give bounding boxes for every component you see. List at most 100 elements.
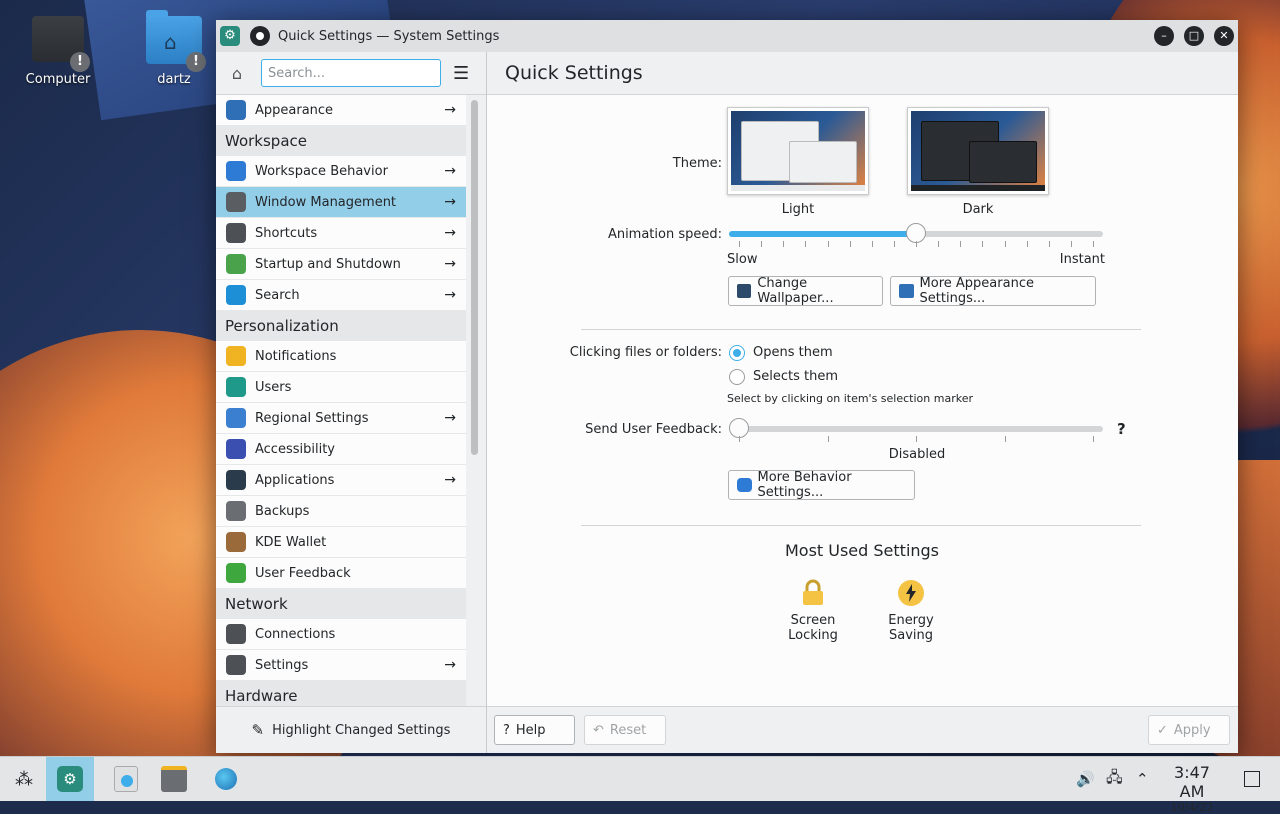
animation-speed-label: Animation speed: [607,227,722,242]
sidebar-item[interactable]: Settings → [216,650,466,681]
wallpaper-icon [737,284,752,298]
theme-dark-thumbnail[interactable] [907,107,1049,195]
sidebar-item[interactable]: Window Management → [216,187,466,218]
search-input[interactable] [261,59,441,87]
backup-icon [226,501,246,521]
scrollbar-thumb[interactable] [471,100,478,455]
web-browser-icon[interactable] [202,757,250,801]
arrow-right-icon: → [444,287,456,303]
send-feedback-label: Send User Feedback: [585,422,722,437]
clock[interactable]: 3:47 AM 10/4/22 [1160,763,1224,814]
taskbar-system-settings[interactable]: ⚙ [46,757,94,801]
sidebar-item-label: Accessibility [255,441,335,457]
most-used-screen-locking[interactable]: Screen Locking [768,579,858,643]
sidebar-item[interactable]: Backups [216,496,466,527]
highlight-changed-settings-button[interactable]: ✎ Highlight Changed Settings [216,706,486,753]
warning-badge-icon: ! [186,52,206,72]
desktop-icon-computer[interactable]: ! Computer [18,16,98,87]
opens-them-label: Opens them [753,345,833,360]
desktop-icon-label: dartz [157,72,191,87]
theme-label: Theme: [672,156,722,171]
sidebar-item[interactable]: User Feedback [216,558,466,589]
sidebar-item[interactable]: Startup and Shutdown → [216,249,466,280]
slider-handle[interactable] [906,223,926,243]
home-folder-icon: ⌂! [146,10,206,72]
user-icon [226,377,246,397]
keep-above-icon[interactable] [250,26,270,46]
help-label: Help [515,722,546,738]
sidebar-item-label: Applications [255,472,335,488]
change-wallpaper-label: Change Wallpaper... [757,276,834,306]
close-button[interactable]: ✕ [1214,26,1234,46]
arrow-right-icon: → [444,256,456,272]
opens-them-radio[interactable] [729,345,745,361]
most-used-energy-saving[interactable]: Energy Saving [866,579,956,643]
feedback-slider[interactable] [729,418,1103,438]
theme-light-thumbnail[interactable] [727,107,869,195]
sidebar: ⌂ ☰ Appearance→WorkspaceWorkspace Behavi… [216,52,487,753]
checkmark-icon: ✓ [1157,722,1168,738]
main-panel: Quick Settings Theme: Light Dark Animati… [487,52,1238,753]
sidebar-item[interactable]: Appearance → [216,95,466,126]
energy-icon [897,579,925,607]
sidebar-item[interactable]: Users [216,372,466,403]
network-status-icon[interactable]: 🖧 [1106,757,1123,801]
show-desktop-icon[interactable] [1244,757,1260,801]
separator [581,525,1141,526]
home-button[interactable]: ⌂ [226,64,248,83]
minimize-button[interactable]: – [1154,26,1174,46]
appearance-icon [226,100,246,120]
sidebar-item[interactable]: KDE Wallet [216,527,466,558]
selects-hint: Select by clicking on item's selection m… [727,392,973,405]
language-icon [226,408,246,428]
more-appearance-settings-button[interactable]: More Appearance Settings... [890,276,1096,306]
maximize-button[interactable]: □ [1184,26,1204,46]
desktop-icon-home[interactable]: ⌂! dartz [134,10,214,87]
change-wallpaper-button[interactable]: Change Wallpaper... [728,276,883,306]
sidebar-item-label: Startup and Shutdown [255,256,401,272]
accessibility-icon [226,439,246,459]
animation-instant-label: Instant [1059,252,1105,267]
discover-store-icon[interactable] [102,757,150,801]
sidebar-item-label: Settings [255,657,309,673]
sidebar-item[interactable]: Shortcuts → [216,218,466,249]
feedback-help-icon[interactable]: ? [1117,420,1126,438]
theme-light-label: Light [781,202,815,217]
animation-speed-slider[interactable] [729,223,1103,243]
apply-button[interactable]: ✓ Apply [1148,715,1230,745]
page-title: Quick Settings [487,52,1238,95]
sidebar-item[interactable]: Notifications [216,341,466,372]
taskbar: ⁂ ⚙ 🔊 🖧 ⌃ 3:47 AM 10/4/22 [0,756,1280,814]
sidebar-item[interactable]: Applications → [216,465,466,496]
reset-button[interactable]: ↶ Reset [584,715,666,745]
help-button[interactable]: ? Help [494,715,575,745]
sidebar-item-label: User Feedback [255,565,351,581]
show-hidden-icons-icon[interactable]: ⌃ [1136,757,1149,801]
sidebar-scrollbar[interactable] [471,100,478,700]
sidebar-item-label: Users [255,379,292,395]
sidebar-item[interactable]: Accessibility [216,434,466,465]
title-bar[interactable]: ⚙ Quick Settings — System Settings – □ ✕ [216,20,1238,52]
slider-handle[interactable] [729,418,749,438]
window-title: Quick Settings — System Settings [278,28,500,44]
application-launcher-icon[interactable]: ⁂ [0,757,48,801]
quick-settings-content: Theme: Light Dark Animation speed: Slow … [487,95,1238,707]
bell-icon [226,346,246,366]
wallet-icon [226,532,246,552]
sidebar-item[interactable]: Regional Settings → [216,403,466,434]
sidebar-item[interactable]: Search → [216,280,466,311]
system-settings-window: ⚙ Quick Settings — System Settings – □ ✕… [216,20,1238,753]
arrow-right-icon: → [444,225,456,241]
file-manager-icon[interactable] [150,757,198,801]
arrow-right-icon: → [444,472,456,488]
hamburger-menu-icon[interactable]: ☰ [453,63,469,84]
selects-them-radio[interactable] [729,369,745,385]
volume-icon[interactable]: 🔊 [1076,757,1095,801]
sidebar-item-label: Backups [255,503,310,519]
section-header: Network [216,589,466,619]
sidebar-item-label: Connections [255,626,336,642]
sidebar-item[interactable]: Connections [216,619,466,650]
more-behavior-settings-button[interactable]: More Behavior Settings... [728,470,915,500]
sidebar-item[interactable]: Workspace Behavior → [216,156,466,187]
clock-date: 10/4/22 [1170,801,1214,814]
